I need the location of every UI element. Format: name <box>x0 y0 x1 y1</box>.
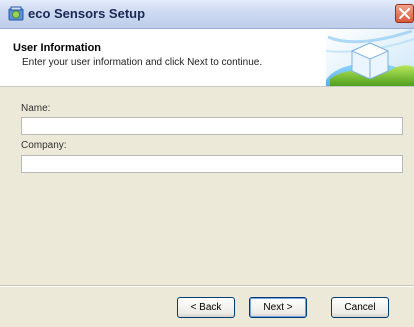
page-subtitle: Enter your user information and click Ne… <box>22 57 263 68</box>
next-button[interactable]: Next > <box>249 297 307 318</box>
title-bar[interactable]: eco Sensors Setup <box>0 0 414 29</box>
window-title: eco Sensors Setup <box>28 6 146 21</box>
back-button[interactable]: < Back <box>177 297 235 318</box>
page-title: User Information <box>13 42 102 54</box>
name-field[interactable] <box>21 117 403 135</box>
company-label: Company: <box>21 140 67 151</box>
installer-app-icon <box>8 6 24 22</box>
setup-globe-cube-logo <box>326 29 414 86</box>
company-field[interactable] <box>21 155 403 173</box>
setup-window: eco Sensors Setup User Information Enter… <box>0 0 414 327</box>
close-icon <box>399 8 410 19</box>
close-button[interactable] <box>395 4 414 23</box>
name-label: Name: <box>21 103 51 114</box>
cancel-button[interactable]: Cancel <box>331 297 389 318</box>
footer-separator <box>0 285 414 287</box>
wizard-header: User Information Enter your user informa… <box>0 29 414 87</box>
